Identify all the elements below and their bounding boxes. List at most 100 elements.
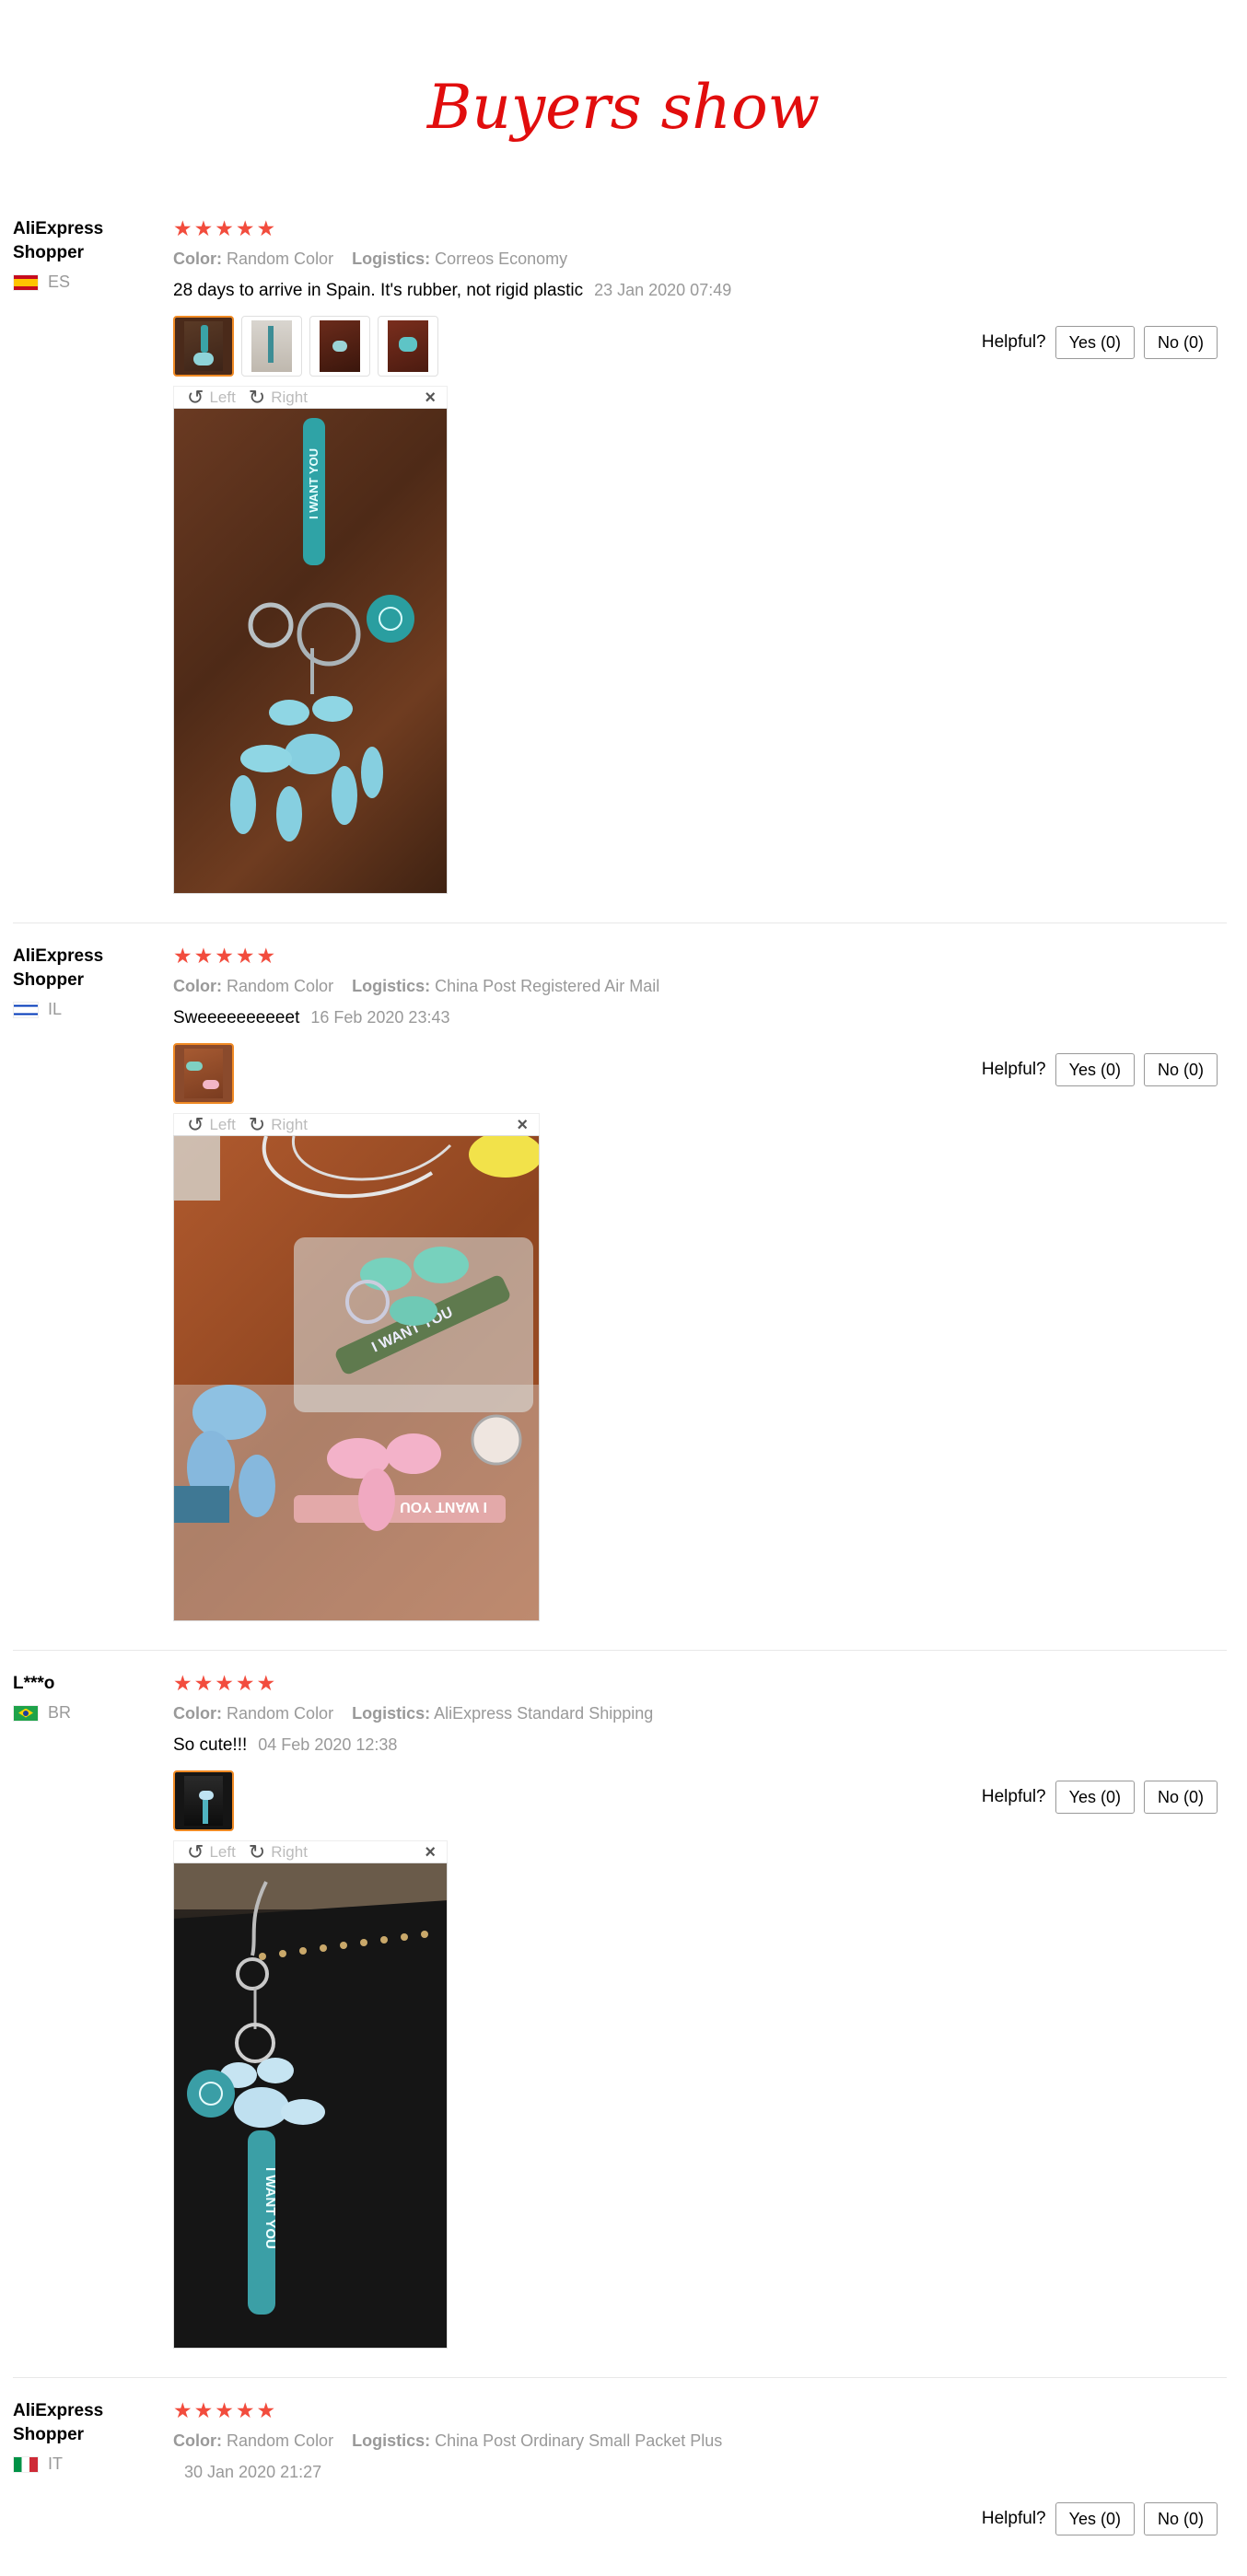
helpful-label: Helpful? — [981, 2509, 1046, 2528]
star-icon: ★ — [193, 944, 214, 968]
close-icon[interactable]: × — [425, 387, 436, 409]
helpful-section: Helpful? Yes (0) No (0) — [982, 2502, 1218, 2535]
active-indicator — [199, 1830, 214, 1831]
rating-stars: ★ ★ ★ ★ ★ — [173, 217, 1223, 239]
rating-stars: ★ ★ ★ ★ ★ — [173, 2399, 1223, 2421]
logistics-label: Logistics: — [352, 1704, 431, 1723]
color-value: Random Color — [227, 2431, 334, 2450]
star-icon: ★ — [256, 1671, 276, 1695]
rotate-left-button[interactable]: ↺ Left — [187, 385, 236, 409]
thumbnail[interactable] — [378, 316, 438, 377]
review-item: AliExpress Shopper IT ★ ★ ★ ★ ★ Color: Rando… — [13, 2399, 1227, 2565]
logistics-value: China Post Registered Air Mail — [435, 977, 660, 995]
star-icon: ★ — [256, 2398, 276, 2422]
reviewer-name: AliExpress Shopper — [13, 946, 104, 990]
logistics-value: AliExpress Standard Shipping — [434, 1704, 654, 1723]
review-meta: Color: Random Color Logistics: China Post… — [173, 2429, 1223, 2453]
logistics-value: Correos Economy — [435, 249, 568, 268]
flag-es-icon — [13, 273, 39, 291]
review-text: 28 days to arrive in Spain. It's rubber,… — [173, 281, 584, 300]
reviewer-country: BR — [13, 1703, 160, 1723]
helpful-yes-button[interactable]: Yes (0) — [1055, 326, 1135, 359]
helpful-label: Helpful? — [981, 1787, 1046, 1806]
rotate-left-button[interactable]: ↺ Left — [187, 1839, 236, 1863]
helpful-no-button[interactable]: No (0) — [1143, 326, 1218, 359]
rotate-right-button[interactable]: ↻ Right — [248, 1112, 308, 1136]
flag-il-icon — [13, 1001, 39, 1018]
review-item: L***o BR ★ ★ ★ ★ ★ Color: Random Color Logist… — [13, 1672, 1227, 2378]
helpful-label: Helpful? — [981, 1060, 1046, 1079]
rotate-right-icon: ↻ — [248, 1112, 266, 1136]
helpful-yes-button[interactable]: Yes (0) — [1055, 1781, 1135, 1814]
rating-stars: ★ ★ ★ ★ ★ — [173, 945, 1223, 967]
star-icon: ★ — [173, 1671, 192, 1695]
star-icon: ★ — [193, 216, 214, 240]
review-content: ★ ★ ★ ★ ★ Color: Random Color Logistics: Chin… — [173, 945, 1223, 1621]
reviewer-country: IL — [13, 1000, 160, 1019]
helpful-section: Helpful? Yes (0) No (0) — [982, 1781, 1218, 1814]
star-icon: ★ — [235, 944, 255, 968]
color-label: Color: — [173, 249, 222, 268]
helpful-yes-button[interactable]: Yes (0) — [1055, 1053, 1135, 1086]
review-text-line: So cute!!! 04 Feb 2020 12:38 — [173, 1733, 1223, 1758]
svg-text:I WANT YOU: I WANT YOU — [262, 2167, 278, 2249]
svg-text:I WANT YOU: I WANT YOU — [400, 1499, 487, 1514]
country-code: IL — [48, 1000, 63, 1018]
thumbnail[interactable] — [173, 1770, 234, 1831]
review-photo: I WANT YOU I WANT YOU — [173, 1135, 540, 1621]
rotate-left-icon: ↺ — [187, 1112, 204, 1136]
thumbnail[interactable] — [309, 316, 370, 377]
country-code: IT — [48, 2454, 63, 2473]
review-item: AliExpress Shopper ES ★ ★ ★ ★ ★ Color: Rando… — [13, 217, 1227, 923]
star-icon: ★ — [256, 216, 276, 240]
close-icon[interactable]: × — [425, 1841, 436, 1863]
review-text-line: 28 days to arrive in Spain. It's rubber,… — [173, 278, 1223, 303]
rotate-left-icon: ↺ — [187, 385, 204, 409]
rotate-right-button[interactable]: ↻ Right — [248, 1839, 308, 1863]
helpful-label: Helpful? — [981, 332, 1046, 352]
thumbnail[interactable] — [241, 316, 302, 377]
star-icon: ★ — [235, 1671, 255, 1695]
photo-viewer-toolbar: ↺ Left ↻ Right × — [173, 1840, 448, 1862]
review-content: ★ ★ ★ ★ ★ Color: Random Color Logistics: Corr… — [173, 217, 1223, 894]
review-item: AliExpress Shopper IL ★ ★ ★ ★ ★ Color: Rando… — [13, 945, 1227, 1651]
flag-it-icon — [13, 2455, 39, 2473]
review-photo: I WANT YOU — [173, 1862, 448, 2349]
helpful-no-button[interactable]: No (0) — [1143, 1053, 1218, 1086]
review-content: ★ ★ ★ ★ ★ Color: Random Color Logistics: Chin… — [173, 2399, 1223, 2485]
review-text-line: Sweeeeeeeeeet 16 Feb 2020 23:43 — [173, 1005, 1223, 1030]
review-meta: Color: Random Color Logistics: AliExpress… — [173, 1701, 1223, 1725]
review-meta: Color: Random Color Logistics: Correos Ec… — [173, 247, 1223, 271]
thumbnail[interactable] — [173, 316, 234, 377]
rotate-right-button[interactable]: ↻ Right — [249, 387, 308, 408]
review-meta: Color: Random Color Logistics: China Post… — [173, 974, 1223, 998]
rotate-left-icon: ↺ — [187, 1839, 204, 1863]
review-photo: I WANT YOU — [173, 408, 448, 894]
review-date: 16 Feb 2020 23:43 — [310, 1008, 450, 1027]
helpful-yes-button[interactable]: Yes (0) — [1055, 2502, 1135, 2535]
active-indicator — [199, 376, 214, 377]
logistics-value: China Post Ordinary Small Packet Plus — [435, 2431, 723, 2450]
review-content: ★ ★ ★ ★ ★ Color: Random Color Logistics: AliE… — [173, 1672, 1223, 2349]
review-text: So cute!!! — [173, 1735, 248, 1755]
helpful-section: Helpful? Yes (0) No (0) — [982, 326, 1218, 359]
reviewer-info: AliExpress Shopper IT — [13, 2399, 160, 2474]
reviewer-name: L***o — [13, 1674, 55, 1693]
rotate-left-button[interactable]: ↺ Left — [187, 1112, 236, 1136]
color-label: Color: — [173, 2431, 222, 2450]
review-text-line: 30 Jan 2020 21:27 — [173, 2460, 1223, 2485]
active-indicator — [199, 1103, 214, 1104]
reviewer-country: ES — [13, 273, 160, 292]
close-icon[interactable]: × — [517, 1114, 528, 1136]
helpful-section: Helpful? Yes (0) No (0) — [982, 1053, 1218, 1086]
page-title: Buyers show — [426, 72, 821, 143]
star-icon: ★ — [215, 2398, 234, 2422]
reviewer-name: AliExpress Shopper — [13, 2401, 104, 2444]
thumbnail[interactable] — [173, 1043, 234, 1104]
rotate-right-icon: ↻ — [248, 1839, 266, 1863]
helpful-no-button[interactable]: No (0) — [1143, 1781, 1218, 1814]
star-icon: ★ — [193, 1671, 214, 1695]
helpful-no-button[interactable]: No (0) — [1143, 2502, 1218, 2535]
star-icon: ★ — [215, 944, 234, 968]
logistics-label: Logistics: — [352, 977, 431, 995]
